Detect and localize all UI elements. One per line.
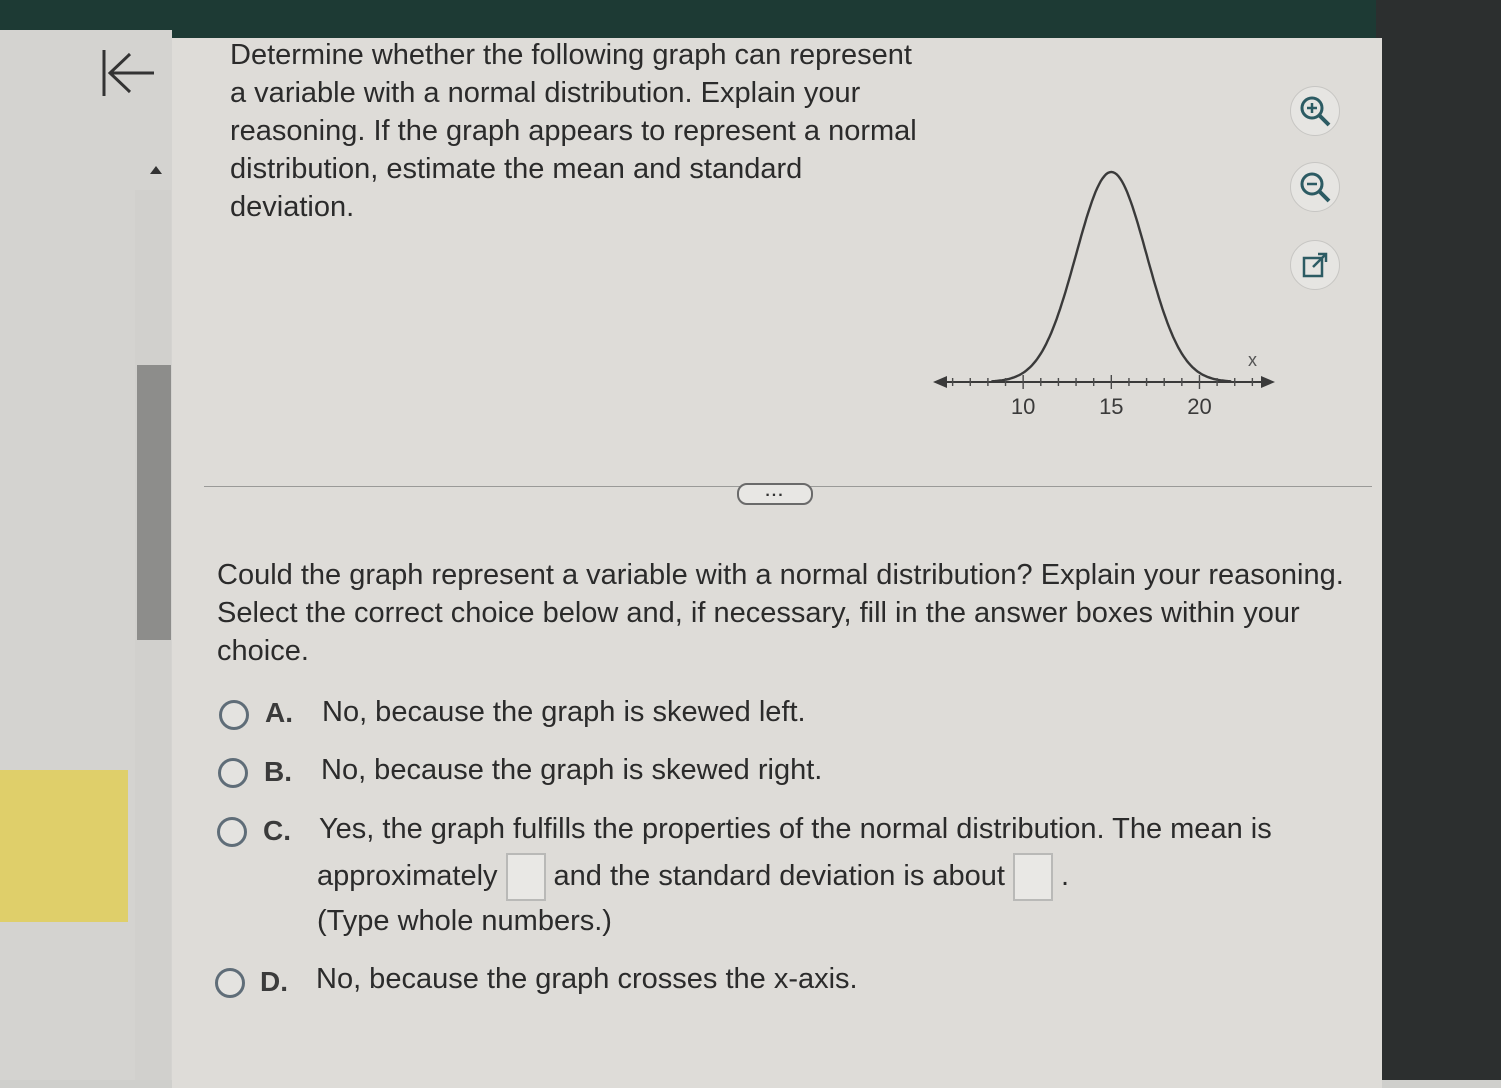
- more-button[interactable]: ...: [737, 483, 813, 505]
- mean-answer-box[interactable]: [505, 853, 546, 902]
- zoom-in-button[interactable]: [1290, 86, 1340, 136]
- zoom-out-button[interactable]: [1290, 162, 1340, 212]
- choice-a-text: No, because the graph is skewed left.: [322, 696, 806, 728]
- choice-d-text: No, because the graph crosses the x-axis…: [316, 963, 858, 995]
- zoom-out-icon: [1300, 172, 1331, 203]
- x-axis-label: x: [1248, 350, 1257, 370]
- choice-c-radio[interactable]: [217, 817, 247, 847]
- choice-d-letter: D.: [260, 966, 288, 997]
- caret-up-icon[interactable]: [150, 166, 162, 174]
- sticky-note: [0, 770, 128, 922]
- choice-d-radio[interactable]: [215, 968, 245, 998]
- choice-b-letter: B.: [264, 756, 292, 787]
- choice-c-note: (Type whole numbers.): [317, 905, 612, 937]
- window-edge: [1376, 0, 1501, 1080]
- choice-c-letter: C.: [263, 815, 291, 846]
- normal-curve-chart: 10 15 20 x: [933, 170, 1275, 419]
- question-text: Determine whether the following graph ca…: [230, 39, 917, 223]
- choice-b-text: No, because the graph is skewed right.: [321, 754, 823, 786]
- choice-c-text-line2: approximately and the standard deviation …: [317, 852, 1070, 902]
- answer-prompt: Could the graph represent a variable wit…: [217, 559, 1344, 667]
- choice-c-period: .: [1060, 860, 1070, 892]
- choice-a-letter: A.: [265, 697, 293, 728]
- zoom-in-icon: [1300, 96, 1331, 127]
- choice-a-radio[interactable]: [219, 700, 249, 730]
- x-tick-label: 20: [1187, 394, 1211, 419]
- collapse-panel-icon[interactable]: [96, 42, 160, 106]
- scrollbar-thumb[interactable]: [137, 365, 171, 640]
- popout-icon: [1302, 252, 1328, 278]
- choice-b-radio[interactable]: [218, 758, 248, 788]
- popout-button[interactable]: [1290, 240, 1340, 290]
- choice-c-approx-label: approximately: [317, 860, 498, 892]
- choice-c-text-line1: Yes, the graph fulfills the properties o…: [319, 813, 1272, 845]
- x-axis-right-arrow: [1261, 376, 1275, 388]
- sd-answer-box[interactable]: [1012, 853, 1053, 902]
- x-axis-left-arrow: [933, 376, 947, 388]
- x-tick-label: 15: [1099, 394, 1123, 419]
- normal-curve-line: [991, 170, 1232, 383]
- x-tick-label: 10: [1011, 394, 1035, 419]
- choice-c-sd-label: and the standard deviation is about: [553, 860, 1005, 892]
